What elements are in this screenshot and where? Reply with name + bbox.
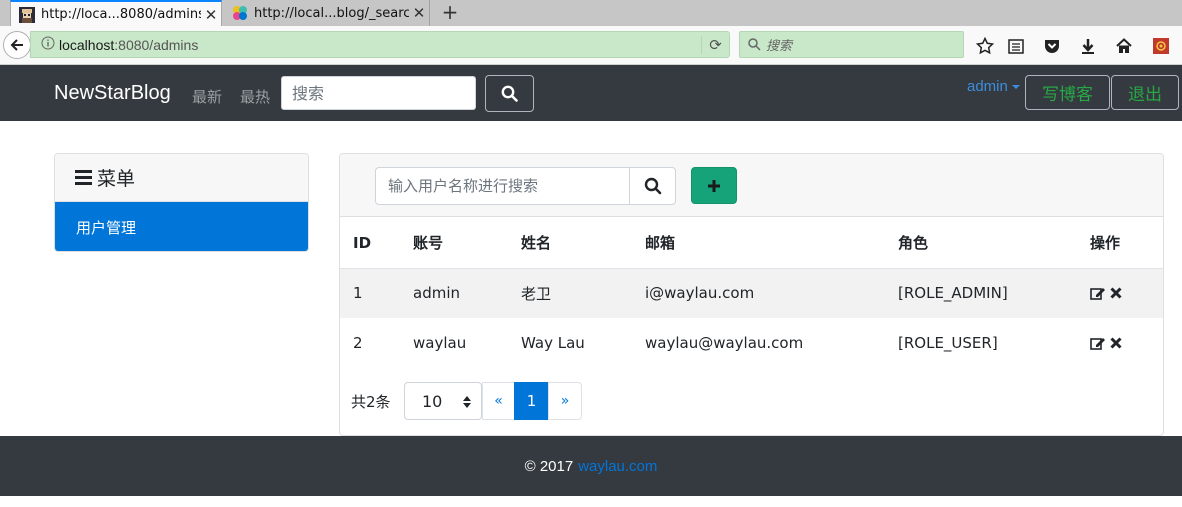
addon-icon[interactable] bbox=[1152, 37, 1170, 55]
url-text[interactable]: localhost:8080/admins bbox=[59, 37, 701, 53]
user-name: admin bbox=[967, 78, 1008, 95]
next-page-button[interactable]: » bbox=[548, 382, 582, 420]
sidebar-item-user-management[interactable]: 用户管理 bbox=[55, 202, 308, 251]
tab-title: http://loca...8080/admins bbox=[41, 7, 201, 22]
search-icon bbox=[644, 177, 661, 195]
edit-icon[interactable] bbox=[1090, 336, 1106, 351]
delete-icon[interactable] bbox=[1110, 337, 1122, 349]
select-arrows-icon bbox=[463, 396, 471, 408]
url-host: localhost bbox=[59, 36, 115, 53]
app-header: NewStarBlog 最新 最热 admin 写博客 退出 bbox=[0, 65, 1182, 121]
cell-name: 老卫 bbox=[521, 268, 645, 318]
cell-actions bbox=[1090, 318, 1163, 368]
browser-tab-search[interactable]: http://local...blog/_search ✕ bbox=[224, 0, 430, 26]
table-row: 2 waylau Way Lau waylau@waylau.com [ROLE… bbox=[340, 318, 1163, 368]
cell-role: [ROLE_ADMIN] bbox=[898, 268, 1090, 318]
cell-account: admin bbox=[413, 268, 521, 318]
copyright-text: © 2017 bbox=[524, 457, 574, 475]
delete-icon[interactable] bbox=[1110, 287, 1122, 299]
logout-button[interactable]: 退出 bbox=[1111, 75, 1179, 110]
back-button[interactable] bbox=[3, 31, 31, 59]
column-header: 角色 bbox=[898, 218, 1090, 269]
sidebar-menu: 菜单 用户管理 bbox=[54, 153, 309, 252]
url-path: :8080/admins bbox=[114, 36, 199, 53]
browser-search-bar[interactable]: 搜索 bbox=[739, 31, 964, 58]
add-user-button[interactable] bbox=[691, 167, 737, 204]
back-arrow-icon bbox=[10, 39, 23, 51]
cell-id: 1 bbox=[340, 268, 413, 318]
home-icon[interactable] bbox=[1115, 37, 1133, 55]
plus-icon bbox=[708, 179, 720, 192]
prev-page-button[interactable]: « bbox=[482, 382, 515, 420]
sidebar-header: 菜单 bbox=[55, 154, 308, 202]
pocket-icon[interactable] bbox=[1043, 37, 1061, 55]
download-icon[interactable] bbox=[1079, 37, 1097, 55]
url-bar[interactable]: localhost:8080/admins ⟳ bbox=[30, 31, 730, 58]
column-header: 操作 bbox=[1090, 218, 1163, 269]
search-icon bbox=[501, 85, 518, 102]
column-header: 账号 bbox=[413, 218, 521, 269]
cell-id: 2 bbox=[353, 334, 363, 352]
page-button-current[interactable]: 1 bbox=[514, 382, 549, 420]
user-dropdown[interactable]: admin bbox=[967, 78, 1020, 95]
header-search-input[interactable] bbox=[281, 76, 476, 110]
browser-toolbar: localhost:8080/admins ⟳ 搜索 bbox=[0, 26, 1182, 65]
total-count: 共2条 bbox=[351, 393, 391, 411]
nav-link-hot[interactable]: 最热 bbox=[240, 86, 270, 107]
browser-search-placeholder: 搜索 bbox=[766, 39, 793, 54]
page-size-select[interactable]: 10 bbox=[404, 382, 482, 420]
user-search-button[interactable] bbox=[629, 167, 676, 205]
reload-icon[interactable]: ⟳ bbox=[701, 35, 729, 54]
brand-logo[interactable]: NewStarBlog bbox=[54, 82, 171, 105]
table-row: 1 admin 老卫 i@waylau.com [ROLE_ADMIN] bbox=[340, 268, 1163, 318]
menu-bars-icon bbox=[75, 170, 92, 185]
cell-email: waylau@waylau.com bbox=[645, 334, 804, 352]
caret-down-icon bbox=[1011, 84, 1020, 89]
cell-role: [ROLE_USER] bbox=[898, 334, 998, 352]
cell-name: Way Lau bbox=[521, 334, 585, 352]
table-header-row: ID 账号 姓名 邮箱 角色 操作 bbox=[340, 218, 1163, 269]
bookmark-star-icon[interactable] bbox=[976, 37, 994, 55]
footer-link[interactable]: waylau.com bbox=[578, 458, 657, 475]
new-tab-button[interactable]: + bbox=[438, 0, 462, 26]
footer: © 2017 waylau.com bbox=[0, 436, 1182, 496]
cell-email: i@waylau.com bbox=[645, 268, 898, 318]
close-tab-icon[interactable]: ✕ bbox=[409, 4, 429, 22]
close-tab-icon[interactable]: ✕ bbox=[201, 6, 221, 24]
edit-icon[interactable] bbox=[1090, 286, 1106, 301]
info-icon[interactable] bbox=[37, 36, 59, 53]
pagination: 共2条 10 « 1 » bbox=[340, 382, 1163, 420]
browser-tab-strip: http://loca...8080/admins ✕ http://local… bbox=[0, 0, 1182, 27]
reader-list-icon[interactable] bbox=[1007, 37, 1025, 55]
column-header: 姓名 bbox=[521, 218, 645, 269]
column-header: 邮箱 bbox=[645, 218, 898, 269]
user-toolbar bbox=[340, 154, 1163, 217]
sidebar-title: 菜单 bbox=[97, 168, 136, 190]
user-search-input[interactable] bbox=[375, 167, 629, 205]
write-blog-button[interactable]: 写博客 bbox=[1025, 75, 1110, 110]
user-management-panel: ID 账号 姓名 邮箱 角色 操作 1 admin 老卫 i@waylau.co… bbox=[339, 153, 1164, 436]
tab-title: http://local...blog/_search bbox=[254, 5, 409, 21]
browser-tab-admins[interactable]: http://loca...8080/admins ✕ bbox=[10, 0, 222, 27]
cell-account: waylau bbox=[413, 334, 467, 352]
nav-link-latest[interactable]: 最新 bbox=[192, 86, 222, 107]
elastic-icon bbox=[232, 5, 248, 21]
search-icon bbox=[748, 38, 761, 51]
column-header: ID bbox=[340, 218, 413, 269]
users-table: ID 账号 姓名 邮箱 角色 操作 1 admin 老卫 i@waylau.co… bbox=[340, 218, 1163, 368]
pixel-avatar-icon bbox=[19, 6, 35, 23]
page-size-value: 10 bbox=[422, 391, 443, 411]
header-search-button[interactable] bbox=[485, 75, 534, 112]
cell-actions bbox=[1090, 268, 1163, 318]
